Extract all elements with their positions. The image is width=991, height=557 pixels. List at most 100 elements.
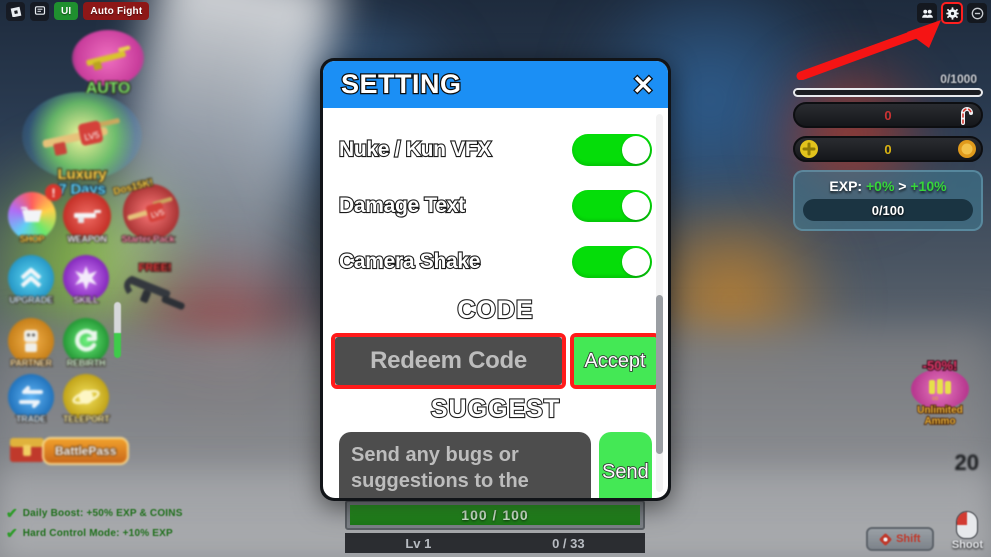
setting-row-damage-text: Damage Text [338, 178, 652, 234]
modal-body: Nuke / Kun VFX Damage Text Camera Shake … [323, 108, 668, 498]
rebirth-label: REBIRTH [66, 357, 106, 369]
shift-key-button[interactable]: Shift [865, 527, 934, 551]
skill-label: SKILL [73, 294, 100, 306]
ad-line1: Unlimited [916, 404, 963, 417]
health-bar-wrap: 100 / 100 [345, 500, 645, 530]
auto-fight-button[interactable]: Auto Fight [83, 2, 150, 20]
top-bar: UI Auto Fight [0, 0, 150, 22]
exp-line: EXP: +0% > +10% [803, 178, 973, 194]
teleport-label: TELEPORT [62, 413, 110, 425]
starter-pack-label: Starter Pack [121, 233, 176, 246]
shoot-control[interactable]: Shoot [952, 511, 983, 551]
shoot-label: Shoot [951, 539, 983, 551]
shift-glyph-icon [879, 533, 892, 545]
ammo-icon: ∞ [911, 369, 969, 409]
accept-button[interactable]: Accept [574, 337, 656, 385]
upgrade-label: UPGRADE [8, 294, 53, 306]
boost-text: Daily Boost: +50% EXP & COINS [22, 507, 183, 519]
free-weapon-item[interactable]: FREE! [118, 261, 192, 325]
gem-counter: 0 [793, 102, 983, 128]
right-hud: 0/1000 0 0 EXP: +0% > +10% 0/100 [793, 72, 983, 231]
setting-modal: SETTING ✕ Nuke / Kun VFX Damage Text Cam… [320, 58, 671, 501]
battlepass-button[interactable]: BattlePass [6, 432, 130, 470]
setting-row-camera-shake: Camera Shake [338, 234, 652, 290]
top-bar-count: 0/1000 [940, 72, 977, 86]
modal-header: SETTING ✕ [323, 61, 668, 108]
suggest-section-title: SUGGEST [430, 394, 561, 424]
shop-button[interactable]: SHOP ! [8, 184, 62, 245]
upgrade-button[interactable]: UPGRADE [8, 255, 54, 306]
top-progress-bar [793, 88, 983, 97]
shop-label: SHOP [19, 233, 46, 245]
partner-button[interactable]: PARTNER [8, 318, 54, 369]
ad-line2: Ammo [924, 415, 957, 428]
teleport-button[interactable]: TELEPORT [62, 374, 110, 425]
check-icon: ✔ [6, 505, 18, 521]
chat-icon[interactable] [30, 1, 49, 21]
exp-current: +0% [865, 178, 895, 194]
control-hints: Shift Shoot [865, 511, 983, 551]
setting-label: Camera Shake [338, 249, 482, 274]
trade-button[interactable]: TRADE [8, 374, 54, 425]
toggle-camera-shake[interactable] [572, 246, 652, 278]
people-roster-icon[interactable] [917, 3, 937, 23]
suggest-row: Send any bugs or suggestions to the Send [339, 432, 652, 498]
circle-minus-icon[interactable] [967, 3, 987, 23]
suggestion-input[interactable]: Send any bugs or suggestions to the [339, 432, 591, 498]
level-bar: Lv 1 0 / 33 [345, 533, 645, 553]
coin-counter: 0 [793, 136, 983, 162]
boost-text: Hard Control Mode: +10% EXP [22, 527, 173, 539]
exp-prefix: EXP: [829, 178, 863, 194]
svg-text:∞: ∞ [932, 393, 938, 402]
setting-label: Nuke / Kun VFX [338, 137, 493, 162]
partner-label: PARTNER [9, 357, 52, 369]
top-right-icon-group [917, 2, 987, 24]
mouse-icon [956, 511, 979, 539]
ammo-count: 20 [954, 450, 979, 475]
send-button[interactable]: Send [598, 432, 652, 498]
health-bar: 100 / 100 [350, 505, 640, 525]
weapon-label: WEAPON [67, 233, 108, 245]
code-row: Redeem Code Accept [331, 333, 660, 389]
roblox-logo-icon[interactable] [6, 1, 25, 21]
setting-row-nuke-vfx: Nuke / Kun VFX [338, 122, 652, 178]
modal-scrollbar-thumb[interactable] [656, 295, 663, 455]
exp-panel: EXP: +0% > +10% 0/100 [793, 170, 983, 231]
modal-title: SETTING [340, 68, 463, 101]
ui-toggle-button[interactable]: UI [54, 2, 79, 20]
ad-discount: -50%! [922, 357, 959, 374]
skill-button[interactable]: SKILL [63, 255, 109, 306]
boost-item: ✔ Hard Control Mode: +10% EXP [6, 526, 183, 540]
weapon-button[interactable]: WEAPON [63, 192, 111, 245]
redeem-code-input[interactable]: Redeem Code [335, 337, 562, 385]
coin-value: 0 [884, 141, 892, 157]
check-icon: ✔ [6, 525, 18, 541]
boost-item: ✔ Daily Boost: +50% EXP & COINS [6, 506, 183, 520]
plus-coin-icon[interactable] [798, 138, 820, 160]
accept-button-highlight: Accept [570, 333, 660, 389]
player-status-hud: 100 / 100 Lv 1 0 / 33 [345, 500, 645, 553]
exp-progress: 0/100 [803, 199, 973, 221]
exp-arrow: > [898, 178, 907, 194]
level-progress: 0 / 33 [552, 535, 585, 551]
auto-button[interactable]: AUTO [72, 30, 144, 98]
starter-pack-button[interactable]: LV5 Starter Pack Dos15K! [111, 176, 179, 246]
boost-list: ✔ Daily Boost: +50% EXP & COINS ✔ Hard C… [6, 506, 183, 546]
close-icon[interactable]: ✕ [631, 70, 655, 99]
code-input-highlight: Redeem Code [331, 333, 566, 389]
toggle-nuke-vfx[interactable] [572, 134, 652, 166]
candy-cane-icon [956, 104, 978, 126]
rebirth-button[interactable]: REBIRTH [63, 318, 109, 369]
gear-icon[interactable] [941, 2, 963, 24]
code-section-title: CODE [456, 295, 534, 325]
battlepass-label: BattlePass [54, 443, 117, 459]
luxury-7days-button[interactable]: LV5 Luxury 7 Days [22, 92, 142, 199]
setting-label: Damage Text [338, 193, 466, 218]
toggle-damage-text[interactable] [572, 190, 652, 222]
level-label: Lv 1 [405, 535, 432, 551]
unlimited-ammo-badge[interactable]: -50%! ∞ Unlimited Ammo [907, 357, 973, 428]
exp-next: +10% [910, 178, 947, 194]
modal-scrollbar[interactable] [656, 114, 663, 492]
coin-icon [956, 138, 978, 160]
gem-value: 0 [884, 107, 892, 123]
